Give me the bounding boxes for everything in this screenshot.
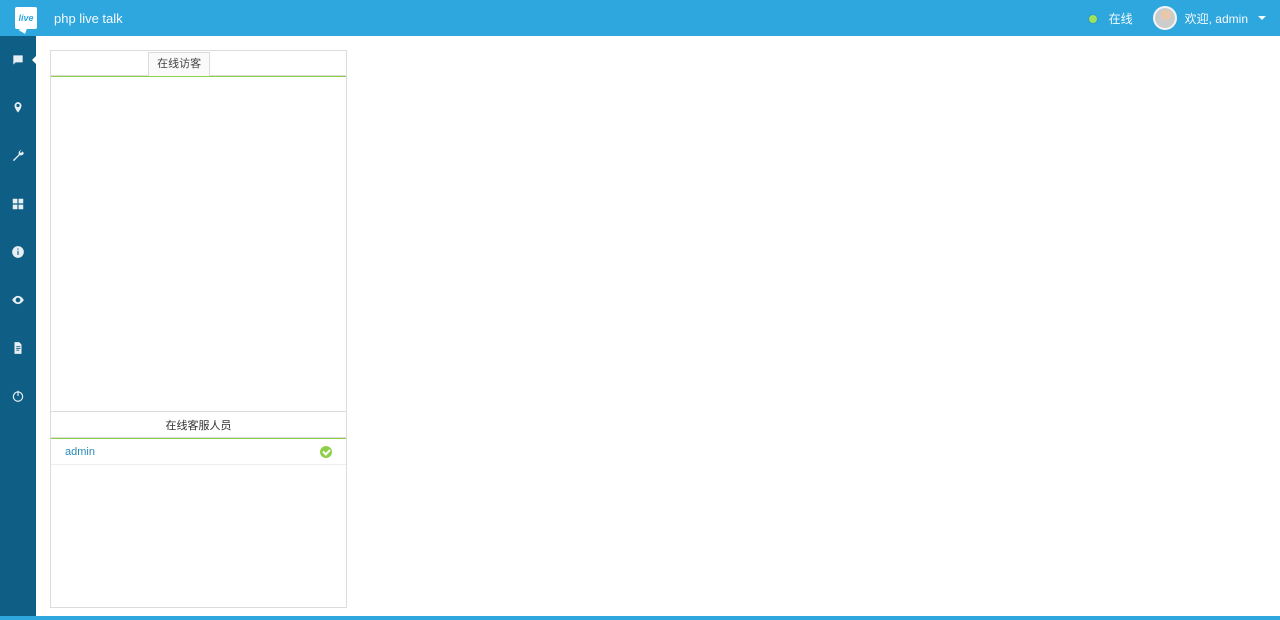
eye-icon — [11, 293, 25, 307]
grid-icon — [11, 197, 25, 211]
welcome-text: 欢迎, admin — [1185, 10, 1248, 27]
left-panel: 在线访客 在线客服人员 admin — [50, 50, 347, 608]
agents-header: 在线客服人员 — [51, 411, 346, 437]
sidebar — [0, 36, 36, 616]
avatar[interactable] — [1153, 6, 1177, 30]
sidebar-item-power[interactable] — [0, 384, 36, 408]
agent-row[interactable]: admin — [51, 439, 346, 465]
sidebar-item-view[interactable] — [0, 288, 36, 312]
logo-text: live — [18, 13, 33, 23]
chat-icon — [11, 53, 25, 67]
agent-name: admin — [65, 446, 95, 458]
sidebar-item-docs[interactable] — [0, 336, 36, 360]
tab-spacer-right — [210, 51, 346, 75]
status-text: 在线 — [1109, 12, 1133, 26]
tab-spacer-left — [51, 51, 148, 75]
sidebar-item-apps[interactable] — [0, 192, 36, 216]
visitors-section: 在线访客 — [51, 51, 346, 411]
header-bar: live php live talk 在线 欢迎, admin — [0, 0, 1280, 36]
sidebar-item-chat[interactable] — [0, 48, 36, 72]
user-menu[interactable]: 欢迎, admin — [1185, 10, 1266, 27]
chevron-down-icon — [1258, 16, 1266, 20]
app-logo[interactable]: live — [8, 0, 44, 36]
brand-title: php live talk — [54, 11, 123, 26]
online-badge-icon — [320, 446, 332, 458]
wrench-icon — [11, 149, 25, 163]
footer-bar — [0, 616, 1280, 620]
pin-icon — [11, 101, 25, 115]
visitors-list — [51, 77, 346, 411]
header-right: 在线 欢迎, admin — [1089, 6, 1280, 30]
visitors-tab-row: 在线访客 — [51, 51, 346, 75]
document-icon — [11, 341, 25, 355]
sidebar-item-info[interactable] — [0, 240, 36, 264]
info-icon — [11, 245, 25, 259]
sidebar-item-settings[interactable] — [0, 144, 36, 168]
status-indicator[interactable]: 在线 — [1089, 10, 1132, 27]
sidebar-item-location[interactable] — [0, 96, 36, 120]
status-dot-icon — [1089, 15, 1097, 23]
agents-empty-space — [51, 465, 346, 607]
power-icon — [11, 389, 25, 403]
content-area: BOSS 资源 在线访客 在线客服人员 admin — [36, 36, 1280, 616]
tab-online-visitors[interactable]: 在线访客 — [148, 52, 210, 76]
logo-box: live — [15, 7, 37, 29]
